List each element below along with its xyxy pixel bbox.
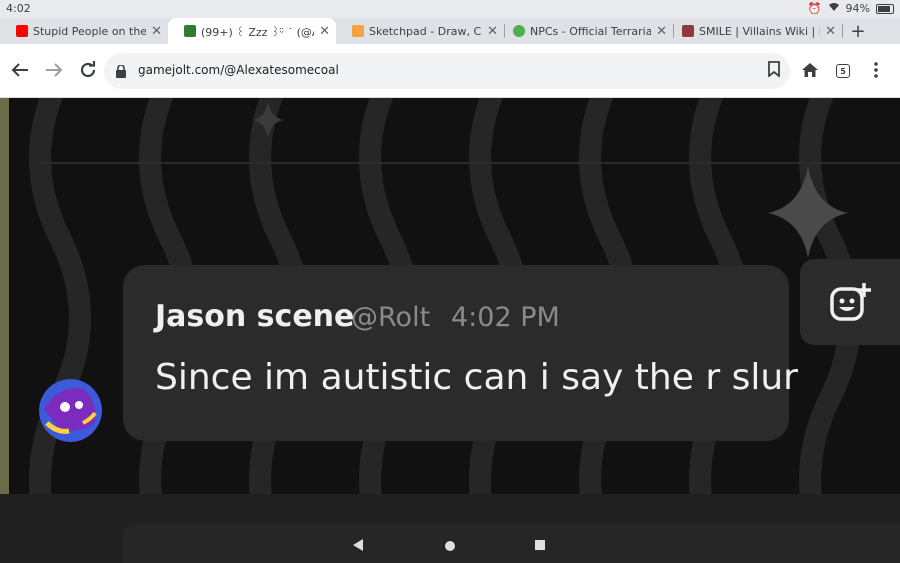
browser-toolbar: gamejolt.com/@Alexatesomecoal 5 bbox=[0, 44, 900, 98]
new-tab-plus-icon[interactable]: + bbox=[843, 21, 873, 42]
message-text: Since im autistic can i say the r slur bbox=[155, 357, 798, 398]
close-tab-icon[interactable]: ✕ bbox=[825, 24, 836, 39]
wifi-icon bbox=[828, 2, 840, 15]
message-input-area[interactable] bbox=[123, 524, 900, 563]
add-emoji-icon bbox=[830, 281, 874, 327]
tab-terraria-wiki[interactable]: NPCs - Official Terraria Wiki ✕ bbox=[505, 18, 673, 44]
close-tab-icon[interactable]: ✕ bbox=[656, 24, 667, 39]
gamejolt-favicon-icon bbox=[184, 25, 196, 37]
tab-strip: Stupid People on the Interne ✕ (99+) ꒰ Z… bbox=[0, 18, 900, 44]
battery-percent: 94% bbox=[845, 2, 870, 15]
nav-home-icon[interactable] bbox=[445, 541, 455, 551]
system-status-bar: 4:02 ⏰ 94% bbox=[0, 0, 900, 18]
nav-back-icon[interactable] bbox=[353, 539, 363, 551]
author-name[interactable]: Jason scene bbox=[155, 299, 354, 334]
tab-label: (99+) ꒰ Zzz ꒱ᵕ̈ ˙ (@Alexates bbox=[201, 25, 314, 39]
status-time: 4:02 bbox=[6, 2, 31, 15]
author-handle[interactable]: @Rolt bbox=[351, 302, 430, 333]
tab-label: Stupid People on the Interne bbox=[33, 24, 147, 38]
tab-sketchpad[interactable]: Sketchpad - Draw, Create, Sh ✕ bbox=[336, 18, 504, 44]
divider bbox=[40, 162, 900, 164]
tab-gamejolt[interactable]: (99+) ꒰ Zzz ꒱ᵕ̈ ˙ (@Alexates ✕ bbox=[168, 18, 336, 44]
message-bubble: Jason scene @Rolt 4:02 PM Since im autis… bbox=[123, 265, 798, 441]
tab-label: Sketchpad - Draw, Create, Sh bbox=[369, 24, 482, 38]
close-tab-icon[interactable]: ✕ bbox=[319, 24, 330, 39]
fandom-favicon-icon bbox=[682, 25, 694, 37]
reload-icon[interactable] bbox=[76, 58, 100, 82]
tab-switcher-button[interactable]: 5 bbox=[836, 64, 850, 78]
tab-stupid-people[interactable]: Stupid People on the Interne ✕ bbox=[0, 18, 168, 44]
terraria-favicon-icon bbox=[513, 25, 525, 37]
page-content: Jason scene @Rolt 4:02 PM Since im autis… bbox=[0, 98, 900, 563]
youtube-favicon-icon bbox=[16, 25, 28, 37]
url-text[interactable]: gamejolt.com/@Alexatesomecoal bbox=[138, 63, 339, 77]
battery-icon bbox=[876, 3, 894, 14]
add-reaction-button[interactable] bbox=[800, 259, 900, 345]
bookmark-icon[interactable] bbox=[768, 61, 780, 81]
nav-recents-icon[interactable] bbox=[535, 540, 545, 550]
message-timestamp: 4:02 PM bbox=[451, 302, 560, 333]
home-icon[interactable] bbox=[798, 58, 822, 82]
address-bar[interactable]: gamejolt.com/@Alexatesomecoal bbox=[104, 53, 790, 89]
avatar[interactable] bbox=[39, 379, 102, 442]
back-arrow-icon[interactable] bbox=[8, 58, 32, 82]
more-menu-icon[interactable] bbox=[864, 58, 888, 82]
close-tab-icon[interactable]: ✕ bbox=[487, 24, 498, 39]
tab-label: SMILE | Villains Wiki | Fando bbox=[699, 24, 820, 38]
tab-villains-wiki[interactable]: SMILE | Villains Wiki | Fando ✕ bbox=[674, 18, 842, 44]
lock-icon[interactable] bbox=[116, 63, 126, 82]
sketchpad-favicon-icon bbox=[352, 25, 364, 37]
close-tab-icon[interactable]: ✕ bbox=[151, 24, 162, 39]
tab-label: NPCs - Official Terraria Wiki bbox=[530, 24, 652, 38]
alarm-icon: ⏰ bbox=[807, 2, 822, 15]
forward-arrow-icon[interactable] bbox=[42, 58, 66, 82]
